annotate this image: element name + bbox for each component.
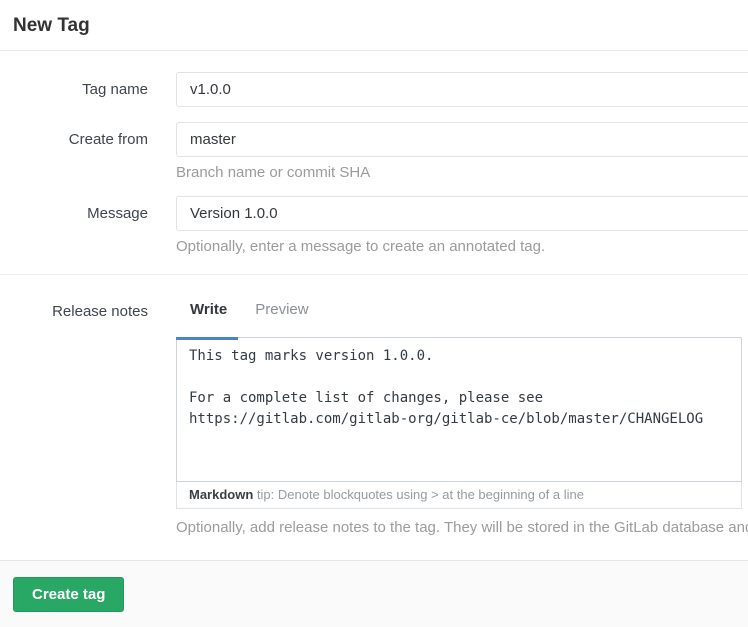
- message-input[interactable]: [176, 196, 748, 231]
- active-tab-indicator: [176, 337, 238, 340]
- tag-name-label: Tag name: [0, 72, 148, 107]
- markdown-tip: Markdown tip: Denote blockquotes using >…: [176, 482, 742, 509]
- markdown-editor: This tag marks version 1.0.0. For a comp…: [176, 337, 742, 509]
- release-notes-row: Release notes Write Preview This tag mar…: [0, 299, 748, 536]
- form-actions-footer: Create tag: [0, 560, 748, 627]
- section-divider: [0, 274, 748, 275]
- new-tag-form: Tag name Create from Branch name or comm…: [0, 51, 748, 536]
- tab-write[interactable]: Write: [176, 299, 241, 328]
- tab-preview[interactable]: Preview: [241, 299, 322, 328]
- tag-name-input[interactable]: [176, 72, 748, 107]
- message-row: Message Optionally, enter a message to c…: [0, 196, 748, 255]
- create-tag-button[interactable]: Create tag: [13, 577, 124, 612]
- create-from-row: Create from Branch name or commit SHA: [0, 122, 748, 181]
- editor-tabs: Write Preview: [176, 299, 748, 337]
- page-title: New Tag: [0, 0, 748, 50]
- message-label: Message: [0, 196, 148, 255]
- tag-name-row: Tag name: [0, 72, 748, 107]
- release-notes-textarea[interactable]: This tag marks version 1.0.0. For a comp…: [176, 337, 742, 482]
- message-help: Optionally, enter a message to create an…: [176, 238, 748, 255]
- create-from-input[interactable]: [176, 122, 748, 157]
- markdown-tip-prefix: Markdown: [189, 487, 253, 502]
- new-tag-page: New Tag Tag name Create from Branch name…: [0, 0, 748, 536]
- release-notes-label: Release notes: [0, 299, 148, 536]
- create-from-help: Branch name or commit SHA: [176, 164, 748, 181]
- create-from-label: Create from: [0, 122, 148, 181]
- release-notes-help: Optionally, add release notes to the tag…: [176, 519, 748, 536]
- markdown-tip-text: tip: Denote blockquotes using > at the b…: [253, 487, 584, 502]
